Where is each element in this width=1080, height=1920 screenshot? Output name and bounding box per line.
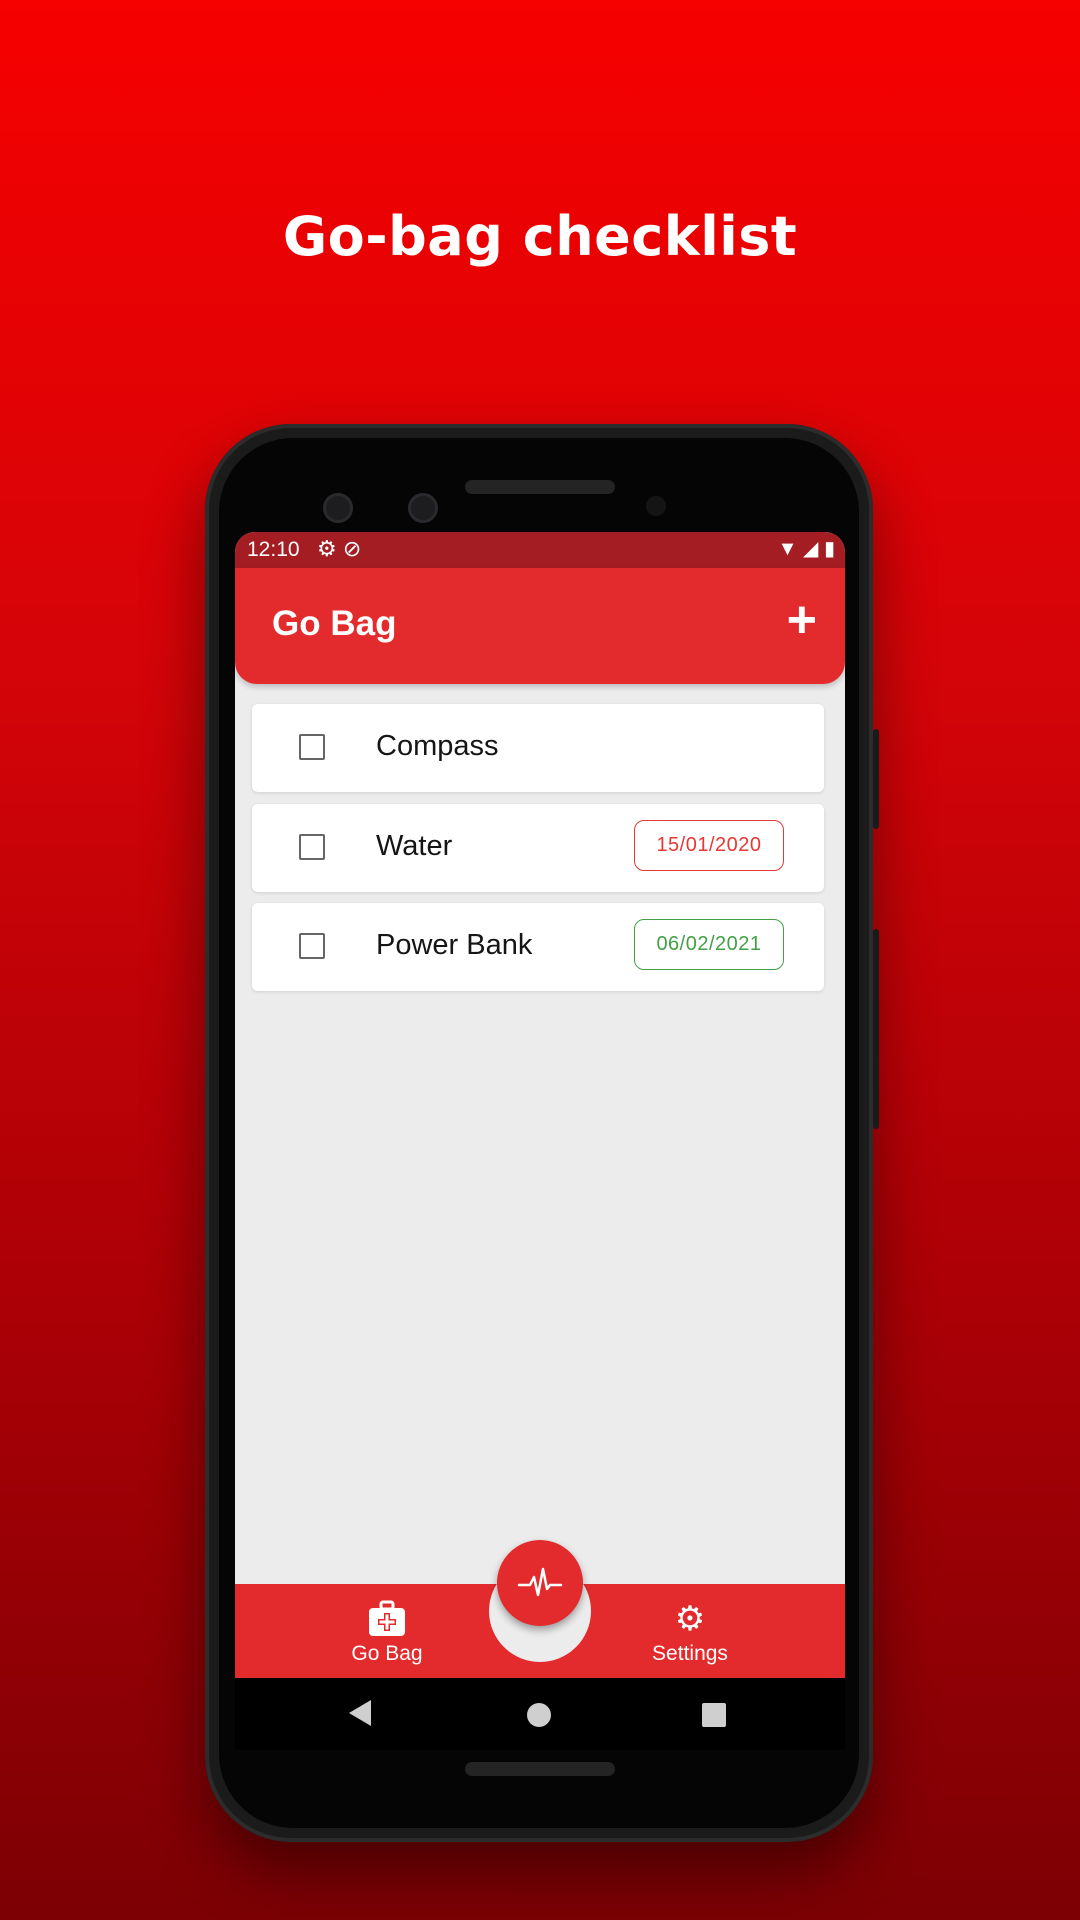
recents-button[interactable] — [702, 1703, 726, 1727]
home-button[interactable] — [527, 1703, 551, 1727]
data-saver-icon: ⊘ — [342, 536, 362, 561]
item-checkbox[interactable] — [299, 734, 325, 760]
list-item[interactable]: Water 15/01/2020 — [252, 804, 824, 892]
power-button — [873, 929, 879, 1129]
proximity-sensor — [646, 496, 666, 516]
nav-go-bag[interactable]: Go Bag — [307, 1600, 467, 1666]
item-name: Power Bank — [376, 929, 533, 961]
add-item-button[interactable]: + — [787, 594, 817, 646]
emergency-fab[interactable] — [497, 1540, 583, 1626]
app-bar: Go Bag + — [235, 568, 845, 684]
item-name: Water — [376, 830, 453, 862]
list-item[interactable]: Power Bank 06/02/2021 — [252, 903, 824, 991]
status-left-icons: ⚙ ⊘ — [317, 536, 361, 562]
expiry-date-badge[interactable]: 15/01/2020 — [634, 820, 784, 871]
front-camera-2 — [408, 493, 438, 523]
system-navigation-bar — [235, 1678, 845, 1750]
front-camera — [323, 493, 353, 523]
signal-icon: ◢ — [803, 538, 819, 560]
back-button[interactable] — [349, 1700, 371, 1726]
item-checkbox[interactable] — [299, 933, 325, 959]
status-time: 12:10 — [247, 538, 300, 561]
gear-icon: ⚙ — [317, 536, 337, 561]
gear-icon: ⚙ — [674, 1600, 706, 1638]
wifi-icon: ▼ — [777, 538, 798, 560]
expiry-date-badge[interactable]: 06/02/2021 — [634, 919, 784, 970]
status-right-icons: ▼ ◢ ▮ — [778, 536, 835, 561]
nav-settings[interactable]: ⚙ Settings — [610, 1600, 770, 1666]
page-title: Go Bag — [272, 604, 397, 643]
earpiece-speaker — [465, 480, 615, 494]
nav-settings-label: Settings — [652, 1642, 728, 1665]
status-bar: 12:10 ⚙ ⊘ ▼ ◢ ▮ — [235, 532, 845, 568]
volume-button — [873, 729, 879, 829]
headline: Go-bag checklist — [282, 205, 798, 268]
nav-go-bag-label: Go Bag — [351, 1642, 423, 1665]
heartbeat-icon — [517, 1567, 563, 1597]
list-item[interactable]: Compass — [252, 704, 824, 792]
item-name: Compass — [376, 730, 499, 762]
first-aid-bag-icon — [369, 1600, 405, 1636]
bottom-speaker — [465, 1762, 615, 1776]
item-checkbox[interactable] — [299, 834, 325, 860]
app-screen: 12:10 ⚙ ⊘ ▼ ◢ ▮ Go Bag + Compass Water 1… — [235, 532, 845, 1678]
battery-icon: ▮ — [823, 538, 835, 560]
